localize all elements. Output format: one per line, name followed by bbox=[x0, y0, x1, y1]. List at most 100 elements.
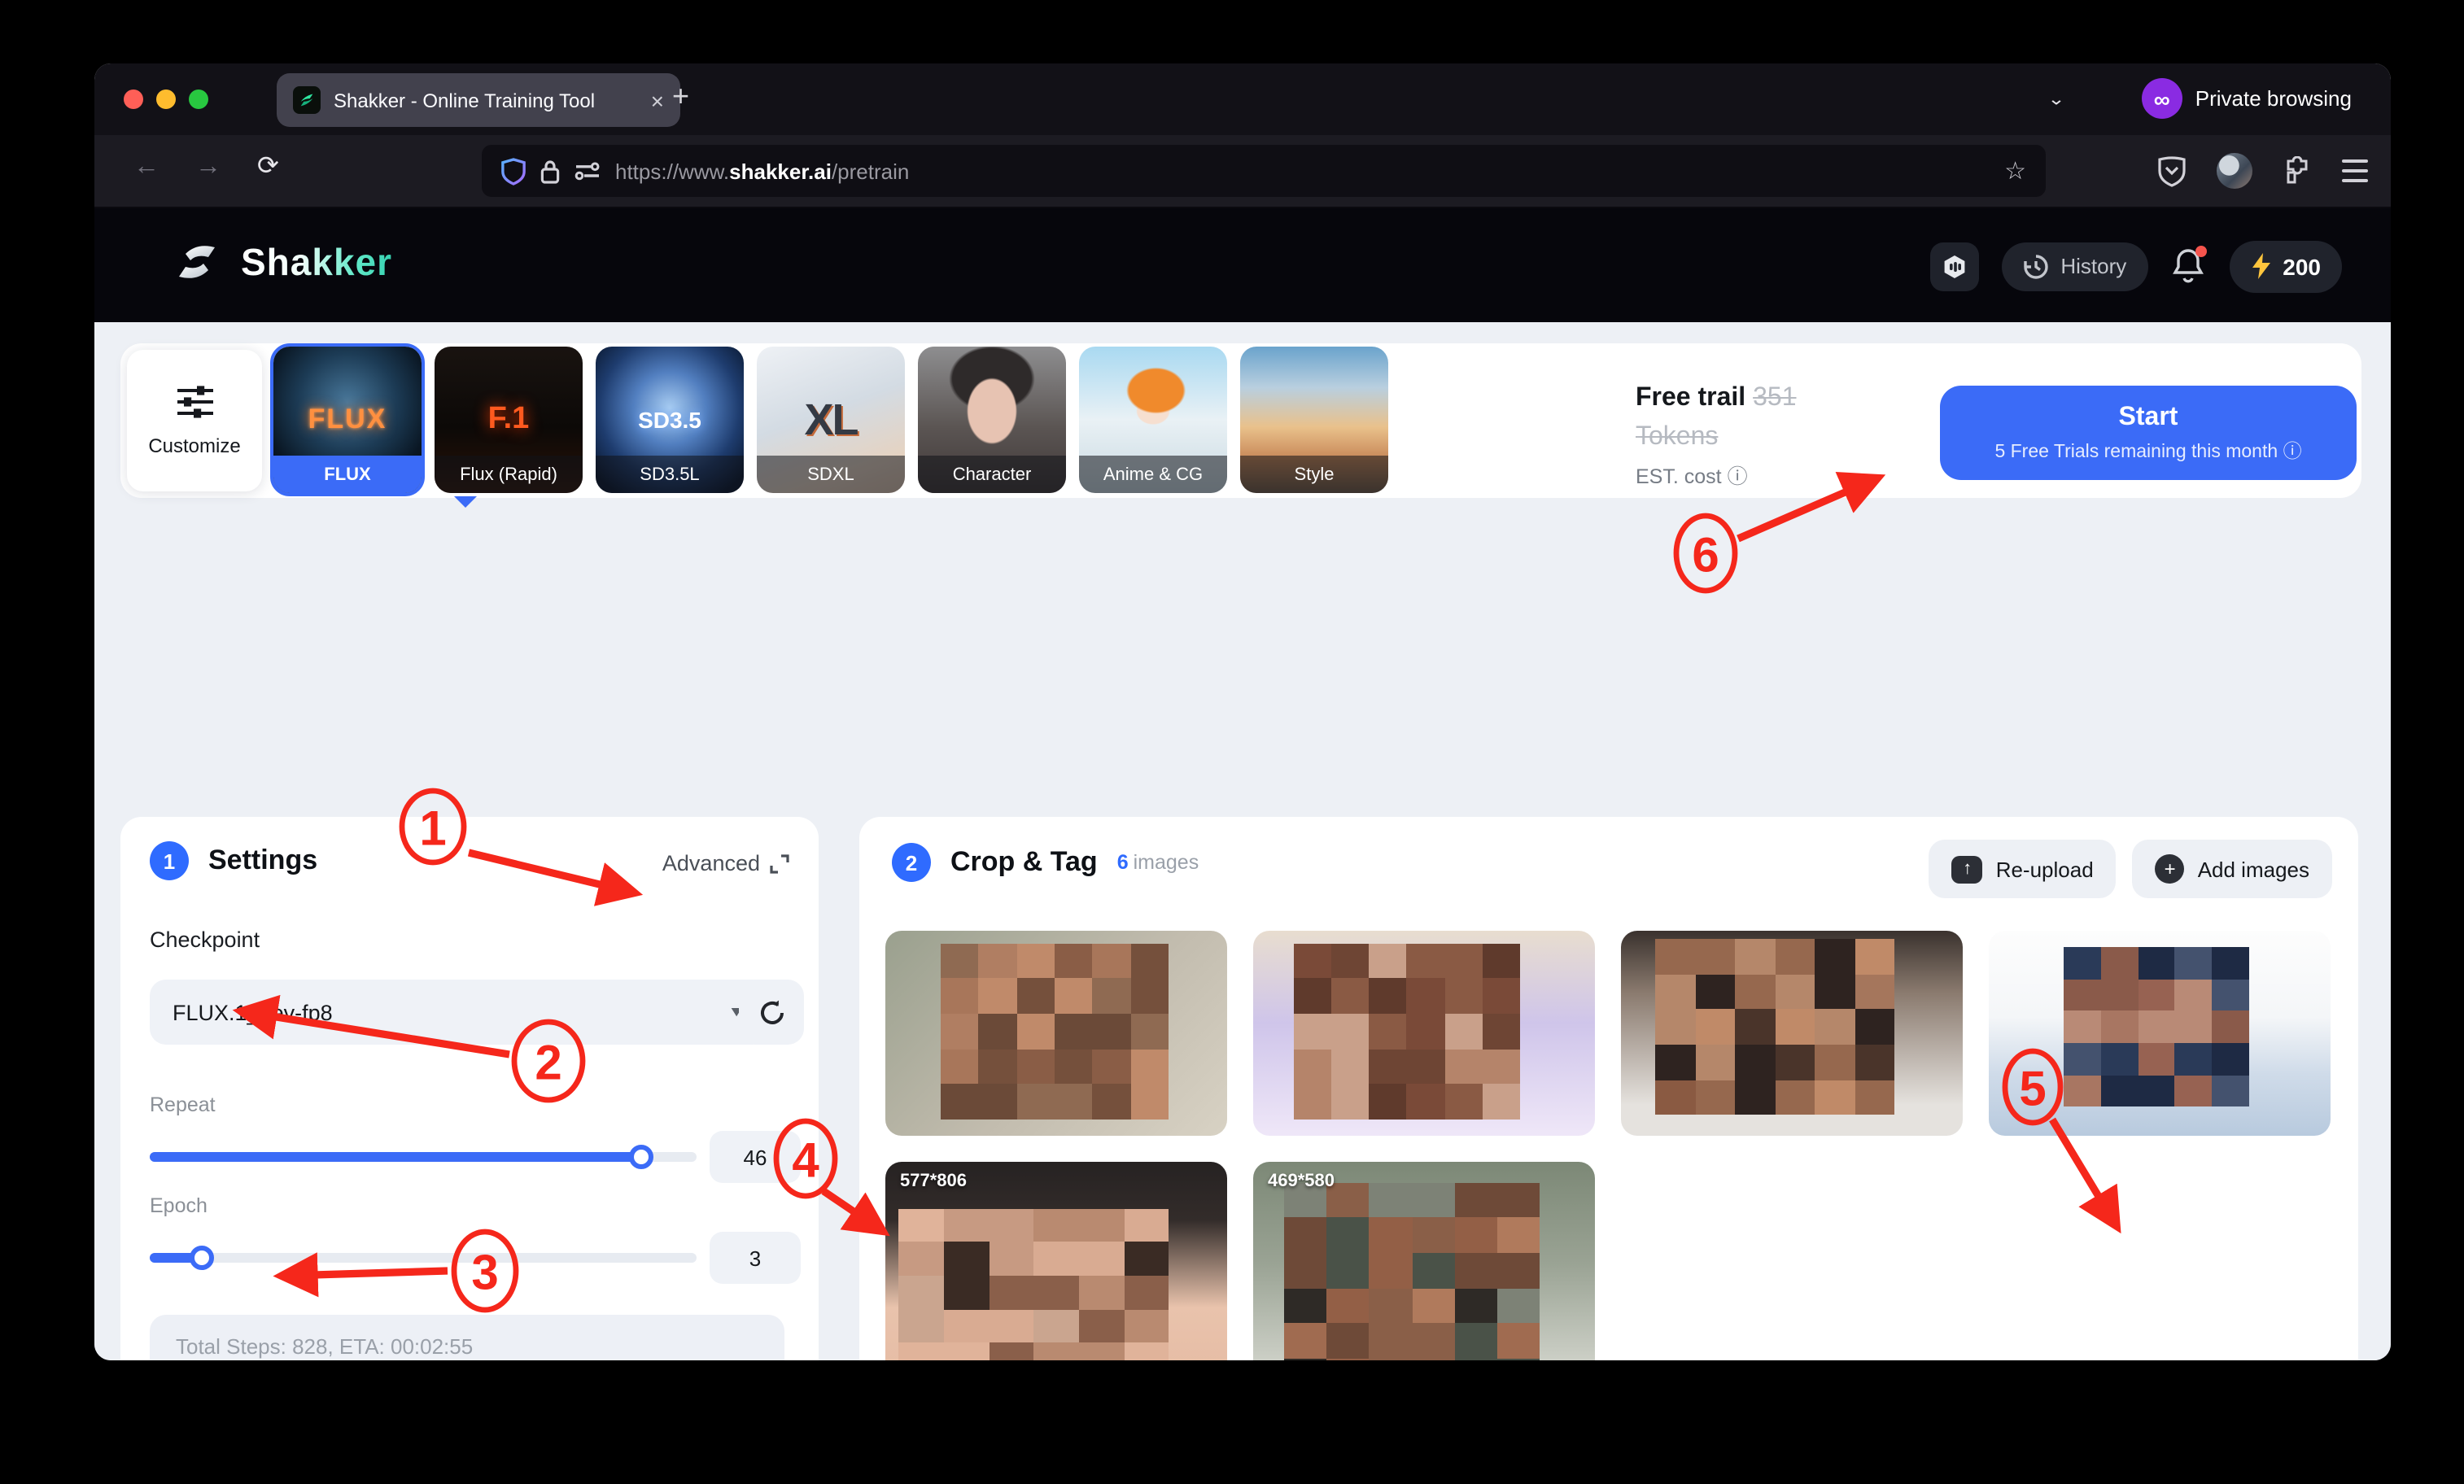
reupload-button[interactable]: ↑ Re-upload bbox=[1929, 840, 2117, 898]
checkpoint-value: FLUX.1_dev-fp8 bbox=[173, 1000, 333, 1024]
advanced-toggle[interactable]: Advanced bbox=[662, 851, 789, 875]
header-actions: History 200 bbox=[1930, 208, 2342, 324]
image-thumbnail[interactable] bbox=[1253, 931, 1595, 1136]
brand-name: Shakker bbox=[241, 240, 392, 284]
url-text[interactable]: https://www.shakker.ai/pretrain bbox=[615, 159, 909, 183]
tracking-shield-icon[interactable] bbox=[501, 157, 526, 185]
site-header: Shakker History bbox=[94, 208, 2391, 324]
tab-close-icon[interactable]: × bbox=[651, 89, 664, 111]
epoch-slider-handle[interactable] bbox=[190, 1246, 214, 1270]
step-badge-1: 1 bbox=[150, 841, 189, 880]
repeat-slider-handle[interactable] bbox=[630, 1145, 654, 1169]
start-button[interactable]: Start 5 Free Trials remaining this month… bbox=[1940, 386, 2357, 480]
notifications-bell-icon[interactable] bbox=[2170, 247, 2206, 286]
hexagon-app-icon[interactable] bbox=[1930, 242, 1979, 290]
customize-label: Customize bbox=[148, 434, 240, 457]
model-tile-flux-rapid[interactable]: F.1 Flux (Rapid) bbox=[435, 347, 583, 493]
refresh-checkpoints-button[interactable] bbox=[739, 980, 804, 1045]
browser-toolbar: ← → ⟳ https://www.shakker.ai/pretrain bbox=[94, 135, 2391, 208]
checkpoint-select[interactable]: FLUX.1_dev-fp8 ▼ bbox=[150, 980, 768, 1045]
epoch-label: Epoch bbox=[150, 1194, 208, 1217]
tab-favicon-icon bbox=[293, 86, 321, 114]
history-label: History bbox=[2060, 254, 2126, 278]
expand-icon bbox=[770, 853, 789, 873]
reupload-label: Re-upload bbox=[1996, 857, 2094, 881]
history-button[interactable]: History bbox=[2002, 242, 2147, 290]
image-count: 6 bbox=[1117, 851, 1129, 874]
info-icon[interactable]: ⓘ bbox=[1728, 465, 1748, 488]
lightning-icon bbox=[2250, 252, 2271, 280]
settings-card: 1 Settings Advanced Checkpoint FLUX.1_de… bbox=[120, 817, 819, 1360]
new-tab-button[interactable]: + bbox=[672, 81, 689, 111]
tab-list-chevron-icon[interactable]: ⌄ bbox=[2047, 89, 2065, 110]
extensions-icon[interactable] bbox=[2283, 156, 2311, 186]
pocket-icon[interactable] bbox=[2158, 155, 2186, 186]
toolbar-right-icons bbox=[2158, 135, 2368, 207]
epoch-slider[interactable] bbox=[150, 1253, 697, 1263]
thumb-size-label: 469*580 bbox=[1268, 1172, 1335, 1191]
upload-icon: ↑ bbox=[1952, 855, 1983, 883]
model-tile-character[interactable]: Character bbox=[918, 347, 1066, 493]
start-label: Start bbox=[2119, 403, 2178, 432]
free-trial-info: Free trail 351 Tokens bbox=[1636, 379, 1797, 457]
url-bar[interactable]: https://www.shakker.ai/pretrain ☆ bbox=[482, 145, 2046, 197]
private-browsing-indicator: ∞ Private browsing bbox=[2142, 78, 2352, 119]
shakker-logo[interactable]: Shakker bbox=[169, 236, 392, 288]
profile-avatar[interactable] bbox=[2217, 153, 2252, 189]
minimize-window-button[interactable] bbox=[156, 89, 176, 109]
tab-title: Shakker - Online Training Tool bbox=[334, 89, 638, 111]
free-trial-title: Free trail bbox=[1636, 384, 1745, 412]
desktop: Shakker - Online Training Tool × + ⌄ ∞ P… bbox=[0, 0, 2464, 1484]
model-tile-anime-cg[interactable]: Anime & CG bbox=[1079, 347, 1227, 493]
maximize-window-button[interactable] bbox=[189, 89, 208, 109]
image-thumbnail[interactable] bbox=[885, 931, 1227, 1136]
image-thumbnail[interactable]: 577*806 bbox=[885, 1162, 1227, 1360]
crop-actions: ↑ Re-upload + Add images bbox=[1929, 840, 2332, 898]
repeat-slider[interactable] bbox=[150, 1152, 697, 1162]
model-tile-style[interactable]: Style bbox=[1240, 347, 1388, 493]
info-icon[interactable]: ⓘ bbox=[2283, 442, 2302, 461]
selected-tile-notch bbox=[454, 496, 477, 508]
start-subtext: 5 Free Trials remaining this month ⓘ bbox=[1994, 437, 2301, 463]
model-customize-button[interactable]: Customize bbox=[127, 350, 262, 491]
tile-label: SDXL bbox=[757, 456, 905, 493]
forward-icon[interactable]: → bbox=[195, 155, 221, 181]
step-badge-2: 2 bbox=[892, 843, 931, 882]
tile-label: Flux (Rapid) bbox=[435, 456, 583, 493]
notification-dot bbox=[2195, 245, 2206, 256]
model-tiles: FLUX FLUX F.1 Flux (Rapid) SD3.5 SD3.5L … bbox=[273, 347, 1388, 493]
tab-strip: Shakker - Online Training Tool × + ⌄ ∞ P… bbox=[94, 63, 2391, 135]
page-content: Customize FLUX FLUX F.1 Flux (Rapid) SD3… bbox=[94, 322, 2391, 1360]
tile-label: Anime & CG bbox=[1079, 456, 1227, 493]
settings-header: 1 Settings bbox=[150, 841, 317, 880]
est-cost: EST. cost ⓘ bbox=[1636, 459, 1748, 490]
tile-label: FLUX bbox=[273, 456, 422, 493]
model-tile-sdxl[interactable]: XL SDXL bbox=[757, 347, 905, 493]
menu-hamburger-icon[interactable] bbox=[2342, 159, 2368, 182]
image-thumbnail[interactable] bbox=[1621, 931, 1963, 1136]
epoch-value[interactable]: 3 bbox=[710, 1232, 801, 1284]
tile-label: Character bbox=[918, 456, 1066, 493]
repeat-value[interactable]: 46 bbox=[710, 1131, 801, 1183]
window-controls[interactable] bbox=[124, 89, 208, 109]
close-window-button[interactable] bbox=[124, 89, 143, 109]
browser-window: Shakker - Online Training Tool × + ⌄ ∞ P… bbox=[94, 63, 2391, 1360]
image-thumbnail[interactable]: 469*580 bbox=[1253, 1162, 1595, 1360]
back-icon[interactable]: ← bbox=[133, 155, 159, 181]
lock-icon[interactable] bbox=[540, 159, 560, 183]
crop-tag-card: 2 Crop & Tag 6images ↑ Re-upload + Add i… bbox=[859, 817, 2358, 1360]
total-steps-info: Total Steps: 828, ETA: 00:02:55 bbox=[150, 1315, 784, 1360]
reload-icon[interactable]: ⟳ bbox=[257, 155, 279, 181]
browser-tab[interactable]: Shakker - Online Training Tool × bbox=[277, 73, 680, 127]
model-tile-sd35l[interactable]: SD3.5 SD3.5L bbox=[596, 347, 744, 493]
model-tile-flux[interactable]: FLUX FLUX bbox=[273, 347, 422, 493]
bookmark-star-icon[interactable]: ☆ bbox=[2004, 156, 2026, 186]
token-balance[interactable]: 200 bbox=[2229, 240, 2342, 292]
permissions-icon[interactable] bbox=[574, 161, 601, 181]
history-clock-icon bbox=[2023, 253, 2049, 279]
image-thumbnail[interactable] bbox=[1989, 931, 2331, 1136]
add-images-button[interactable]: + Add images bbox=[2133, 840, 2332, 898]
add-images-label: Add images bbox=[2198, 857, 2309, 881]
image-count-suffix: images bbox=[1134, 851, 1199, 874]
advanced-label: Advanced bbox=[662, 851, 760, 875]
